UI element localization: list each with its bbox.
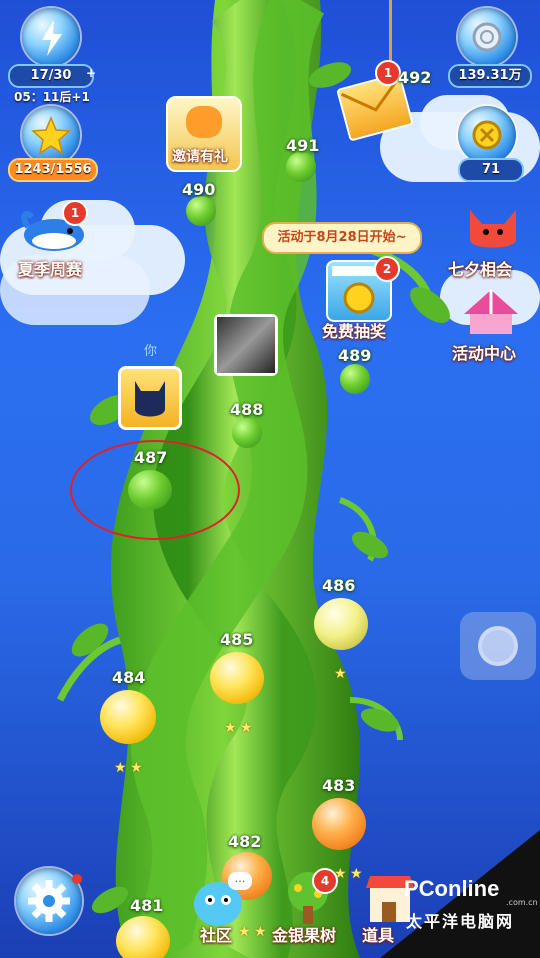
money-tree-badge: 4 — [312, 868, 338, 894]
chat-bubble-icon: … — [228, 872, 252, 890]
stars-orb[interactable] — [22, 106, 80, 164]
qixi-label: 七夕相会 — [448, 260, 513, 279]
level-star: ★ — [130, 760, 143, 776]
level-star: ★ — [224, 720, 237, 736]
money-tree-label: 金银果树 — [272, 926, 337, 945]
lottery-badge: 2 — [374, 256, 400, 282]
summer-label: 夏季周赛 — [18, 260, 83, 279]
watermark-logo: PConline .com.cn 太平洋电脑网 — [404, 870, 538, 950]
level-number: 492 — [398, 68, 432, 87]
community-label: 社区 — [200, 926, 233, 945]
level-number: 482 — [228, 832, 262, 851]
level-node-489[interactable] — [340, 364, 370, 394]
watermark-brand: PConline — [404, 876, 500, 901]
activity-center-label: 活动中心 — [452, 344, 517, 363]
qixi-event[interactable] — [462, 204, 524, 254]
level-number: 483 — [322, 776, 356, 795]
star-icon — [31, 116, 71, 155]
level-star: ★ — [350, 866, 363, 882]
level-star: ★ — [334, 666, 347, 682]
energy-value: 17/30 — [30, 68, 72, 83]
level-node-490[interactable] — [186, 196, 216, 226]
level-number: 488 — [230, 400, 264, 419]
level-node-483[interactable] — [312, 798, 366, 850]
level-number: 486 — [322, 576, 356, 595]
friend-photo-card[interactable] — [214, 314, 278, 376]
summer-badge: 1 — [62, 200, 88, 226]
watermark-sub: 太平洋电脑网 — [406, 912, 515, 931]
lightning-icon — [42, 20, 62, 56]
level-node-486[interactable] — [314, 598, 368, 650]
gems-value: 71 — [481, 162, 501, 177]
level-node-487[interactable] — [128, 470, 172, 510]
level-number: 489 — [338, 346, 372, 365]
level-number: 485 — [220, 630, 254, 649]
stars-value: 1243/1556 — [14, 162, 92, 177]
energy-timer: 05：11后+1 — [14, 90, 90, 104]
level-node-485[interactable] — [210, 652, 264, 704]
coins-value: 139.31万 — [458, 68, 522, 83]
lottery-label: 免费抽奖 — [322, 322, 387, 341]
gems-orb[interactable] — [458, 106, 516, 164]
assist-button-dot — [478, 626, 518, 666]
level-number: 491 — [286, 136, 320, 155]
activity-notice-text: 活动于8月28日开始~ — [277, 230, 407, 245]
level-number: 481 — [130, 896, 164, 915]
level-node-484[interactable] — [100, 690, 156, 744]
gem-coin-icon — [472, 120, 502, 150]
gift-dog-icon — [186, 106, 222, 138]
stars-bar: 1243/1556 — [8, 158, 98, 182]
level-number: 490 — [182, 180, 216, 199]
coin-icon — [472, 22, 502, 52]
devil-avatar-icon — [135, 381, 165, 417]
settings-alert-dot — [72, 874, 82, 884]
invite-label: 邀请有礼 — [172, 149, 228, 165]
level-number: 487 — [134, 448, 168, 467]
coins-orb[interactable] — [458, 8, 516, 66]
level-node-481[interactable] — [116, 916, 170, 958]
energy-bar: 17/30 — [8, 64, 94, 88]
gems-bar: 71 — [458, 158, 524, 182]
you-label: 你 — [144, 344, 158, 359]
level-node-488[interactable] — [232, 418, 262, 448]
level-number: 484 — [112, 668, 146, 687]
level-node-491[interactable] — [286, 152, 316, 182]
watermark-domain: .com.cn — [506, 898, 538, 907]
circus-tent-icon — [464, 290, 518, 334]
floating-assist-button[interactable] — [460, 612, 536, 680]
level-star: ★ — [254, 924, 267, 940]
game-scene: 17/30 + 05：11后+1 1243/1556 139.31万 71 邀请… — [0, 0, 540, 958]
activity-center-event[interactable] — [460, 288, 522, 338]
energy-plus-button[interactable]: + — [86, 66, 96, 80]
coins-bar: 139.31万 — [448, 64, 532, 88]
level-star: ★ — [114, 760, 127, 776]
fox-icon — [470, 210, 516, 248]
player-avatar-card[interactable] — [118, 366, 182, 430]
activity-notice-bubble: 活动于8月28日开始~ — [262, 222, 422, 254]
friend-photo — [217, 317, 275, 373]
energy-orb[interactable] — [22, 8, 80, 66]
level-star: ★ — [240, 720, 253, 736]
